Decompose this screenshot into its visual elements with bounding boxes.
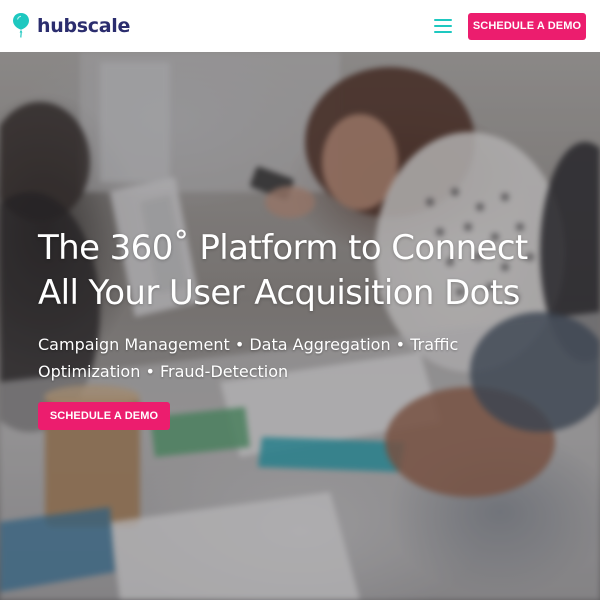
hero-subtitle: Campaign Management • Data Aggregation •…: [38, 335, 459, 381]
logo-text: hubscale: [37, 15, 131, 37]
hamburger-menu-icon[interactable]: [434, 19, 452, 33]
hero-schedule-demo-button[interactable]: SCHEDULE A DEMO: [38, 402, 170, 430]
site-header: hubscale SCHEDULE A DEMO: [0, 0, 600, 52]
hamburger-bar: [434, 31, 452, 33]
hero-content: The 360˚ Platform to Connect All Your Us…: [38, 226, 578, 430]
header-schedule-demo-button[interactable]: SCHEDULE A DEMO: [468, 12, 586, 40]
balloon-pin-icon: [13, 13, 29, 38]
hero-title-line-2: All Your User Acquisition Dots: [38, 273, 520, 313]
hero-title: The 360˚ Platform to Connect All Your Us…: [38, 226, 578, 316]
hamburger-bar: [434, 19, 452, 21]
hamburger-bar: [434, 25, 452, 27]
hero-section: The 360˚ Platform to Connect All Your Us…: [0, 52, 600, 600]
logo-link[interactable]: hubscale: [12, 13, 131, 38]
hero-title-line-1: The 360˚ Platform to Connect: [38, 228, 528, 268]
